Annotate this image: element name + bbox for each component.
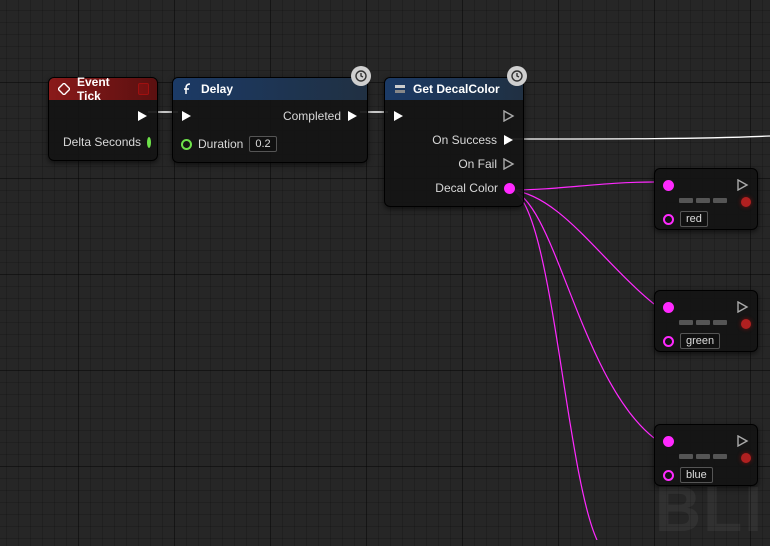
- breakpoint-indicator[interactable]: [138, 83, 149, 95]
- struct-bars-icon: [679, 320, 749, 325]
- status-dot: [741, 197, 751, 207]
- struct-in-pin[interactable]: [663, 180, 674, 191]
- channel-input[interactable]: blue: [680, 467, 713, 483]
- exec-out-pin[interactable]: [137, 110, 149, 122]
- node-break-blue[interactable]: blue: [654, 424, 758, 486]
- node-break-red[interactable]: red: [654, 168, 758, 230]
- float-out-pin[interactable]: [147, 137, 151, 148]
- duration-input[interactable]: 0.2: [249, 136, 276, 152]
- pin-label: On Fail: [452, 157, 503, 171]
- float-in-pin[interactable]: [181, 139, 192, 150]
- node-delay[interactable]: Delay Completed Duration 0.2: [172, 77, 368, 163]
- struct-bars-icon: [679, 198, 749, 203]
- channel-input[interactable]: green: [680, 333, 720, 349]
- latent-clock-icon: [351, 66, 371, 86]
- exec-out-pin[interactable]: [503, 110, 515, 122]
- exec-out-pin[interactable]: [737, 301, 749, 313]
- function-icon: [181, 82, 195, 96]
- node-event-tick[interactable]: Event Tick Delta Seconds: [48, 77, 158, 161]
- channel-input[interactable]: red: [680, 211, 708, 227]
- event-icon: [57, 82, 71, 96]
- node-title: Delay: [201, 82, 233, 96]
- exec-out-pin[interactable]: [737, 435, 749, 447]
- node-title: Get DecalColor: [413, 82, 500, 96]
- exec-out-pin[interactable]: [503, 158, 515, 170]
- pin-label: Duration: [192, 137, 249, 151]
- data-in-pin[interactable]: [663, 470, 674, 481]
- pin-label: Delta Seconds: [57, 135, 147, 149]
- exec-out-pin[interactable]: [737, 179, 749, 191]
- pin-label: On Success: [426, 133, 503, 147]
- exec-out-pin[interactable]: [503, 134, 515, 146]
- exec-in-pin[interactable]: [393, 110, 405, 122]
- data-in-pin[interactable]: [663, 336, 674, 347]
- struct-bars-icon: [679, 454, 749, 459]
- node-header: Delay: [173, 78, 367, 100]
- node-header: Event Tick: [49, 78, 157, 100]
- node-header: Get DecalColor: [385, 78, 523, 100]
- exec-out-pin[interactable]: [347, 110, 359, 122]
- function-icon: [393, 82, 407, 96]
- node-get-decalcolor[interactable]: Get DecalColor On Success On Fail Decal …: [384, 77, 524, 207]
- node-title: Event Tick: [77, 75, 132, 103]
- status-dot: [741, 453, 751, 463]
- node-break-green[interactable]: green: [654, 290, 758, 352]
- latent-clock-icon: [507, 66, 527, 86]
- status-dot: [741, 319, 751, 329]
- pin-label: Decal Color: [429, 181, 504, 195]
- struct-out-pin[interactable]: [504, 183, 515, 194]
- data-in-pin[interactable]: [663, 214, 674, 225]
- struct-in-pin[interactable]: [663, 436, 674, 447]
- struct-in-pin[interactable]: [663, 302, 674, 313]
- pin-label: Completed: [277, 109, 347, 123]
- exec-in-pin[interactable]: [181, 110, 193, 122]
